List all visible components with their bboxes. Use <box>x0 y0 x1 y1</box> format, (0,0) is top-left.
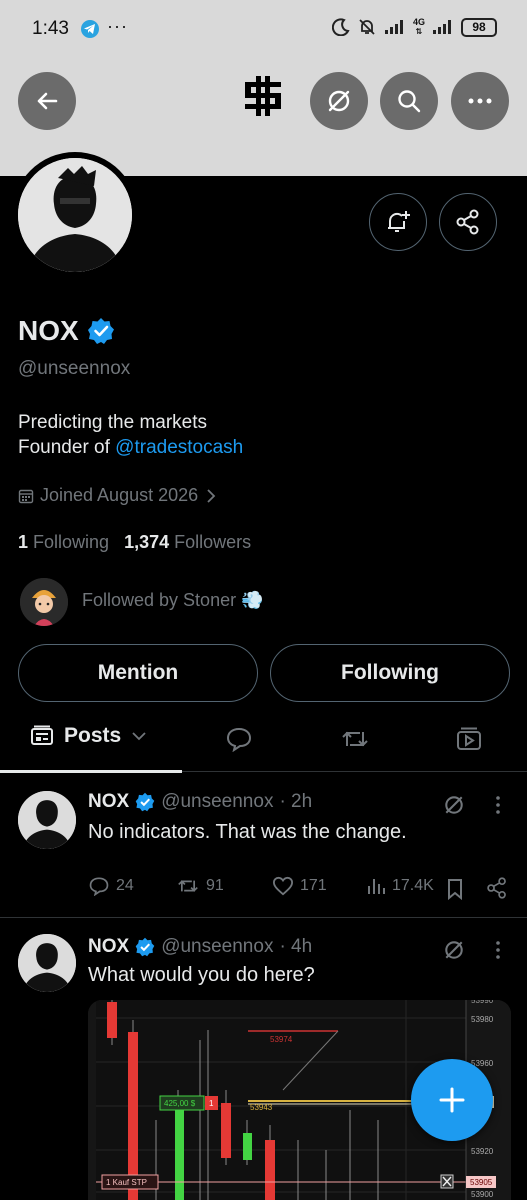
more-button[interactable] <box>451 72 509 130</box>
bio-mention-link[interactable]: @tradestocash <box>115 437 243 458</box>
search-button[interactable] <box>380 72 438 130</box>
post-header: NOX @unseennox · 2h <box>88 791 313 812</box>
post-actions: 24 91 171 17.4K <box>88 876 518 902</box>
following-button[interactable]: Following <box>270 644 510 702</box>
post-header: NOX @unseennox · 4h <box>88 936 313 957</box>
more-notifications-icon: ··· <box>107 16 128 36</box>
tab-media[interactable] <box>455 726 483 752</box>
search-icon <box>398 90 421 113</box>
heart-icon <box>272 876 294 896</box>
signal-icon <box>384 20 403 34</box>
bio-line-1: Predicting the markets <box>18 412 208 433</box>
back-button[interactable] <box>18 72 76 130</box>
battery-indicator: 98 <box>461 17 497 37</box>
arrow-left-icon <box>37 92 58 110</box>
moon-icon <box>331 18 350 36</box>
verified-badge-icon <box>135 792 155 812</box>
dollar-logo-icon <box>245 76 281 116</box>
signal-icon-2 <box>433 20 451 34</box>
bio-line-2: Founder of @tradestocash <box>18 437 244 458</box>
chevron-down-icon <box>132 732 146 741</box>
svg-text:53990: 53990 <box>471 1000 494 1005</box>
notifications-bell-button[interactable] <box>369 193 427 251</box>
post-text: No indicators. That was the change. <box>88 821 407 843</box>
profile-name: NOX <box>18 315 115 347</box>
follow-stats: 1 Following 1,374 Followers <box>18 532 251 553</box>
follower-avatar-image <box>20 578 68 626</box>
svg-text:53920: 53920 <box>471 1147 494 1156</box>
post-more-icon[interactable] <box>490 795 506 815</box>
network-indicator: 4G ⇅ <box>412 17 425 37</box>
post-text: What would you do here? <box>88 964 315 986</box>
grok-icon <box>328 90 350 112</box>
views-button[interactable]: 17.4K <box>366 876 434 896</box>
profile-avatar[interactable] <box>12 152 138 278</box>
grok-button[interactable] <box>310 72 368 130</box>
tab-posts[interactable]: Posts <box>30 724 147 748</box>
bell-plus-icon <box>388 211 410 232</box>
tab-reposts[interactable] <box>340 726 370 752</box>
profile-handle: @unseennox <box>18 358 131 379</box>
follower-avatar[interactable] <box>20 578 68 626</box>
status-bar: 1:43 ··· 4G ⇅ 98 <box>0 0 527 58</box>
followed-by-text[interactable]: Followed by Stoner 💨 <box>82 590 264 611</box>
share-icon <box>456 209 479 235</box>
tab-replies[interactable] <box>225 726 253 752</box>
mention-button[interactable]: Mention <box>18 644 258 702</box>
joined-date[interactable]: Joined August 2026 <box>18 485 218 506</box>
grok-icon[interactable] <box>442 938 466 962</box>
post-avatar[interactable] <box>18 791 76 849</box>
svg-text:425,00 $: 425,00 $ <box>164 1099 196 1108</box>
share-icon[interactable] <box>486 877 508 899</box>
svg-text:53905: 53905 <box>470 1178 493 1187</box>
svg-text:1 Kauf STP: 1 Kauf STP <box>106 1178 147 1187</box>
muted-bell-icon <box>359 19 375 35</box>
repost-icon <box>178 880 198 892</box>
avatar-image <box>18 158 132 272</box>
post-avatar[interactable] <box>18 934 76 992</box>
more-horizontal-icon <box>468 98 492 104</box>
plus-icon <box>439 1087 465 1113</box>
verified-badge-icon <box>87 318 114 344</box>
compose-button[interactable] <box>411 1059 493 1141</box>
repost-button[interactable]: 91 <box>176 876 224 896</box>
share-profile-button[interactable] <box>439 193 497 251</box>
post-more-icon[interactable] <box>490 940 506 960</box>
followers-stat[interactable]: 1,374 Followers <box>124 532 251 552</box>
verified-badge-icon <box>135 937 155 957</box>
grok-icon[interactable] <box>442 793 466 817</box>
chevron-right-icon <box>207 488 216 503</box>
post[interactable]: NOX @unseennox · 2h No indicators. That … <box>0 773 527 917</box>
calendar-icon <box>18 489 34 503</box>
like-button[interactable]: 171 <box>272 876 327 896</box>
reply-icon <box>89 877 109 896</box>
posts-icon <box>31 725 53 745</box>
following-stat[interactable]: 1 Following <box>18 532 109 552</box>
reply-button[interactable]: 24 <box>88 876 134 896</box>
views-icon <box>368 879 385 894</box>
svg-text:53943: 53943 <box>250 1103 273 1112</box>
bookmark-icon[interactable] <box>446 878 464 900</box>
svg-text:53980: 53980 <box>471 1015 494 1024</box>
svg-text:53900: 53900 <box>471 1190 494 1199</box>
profile-tabs: Posts <box>0 712 527 773</box>
status-time: 1:43 <box>32 18 69 39</box>
svg-text:53974: 53974 <box>270 1035 293 1044</box>
telegram-icon <box>81 20 99 38</box>
